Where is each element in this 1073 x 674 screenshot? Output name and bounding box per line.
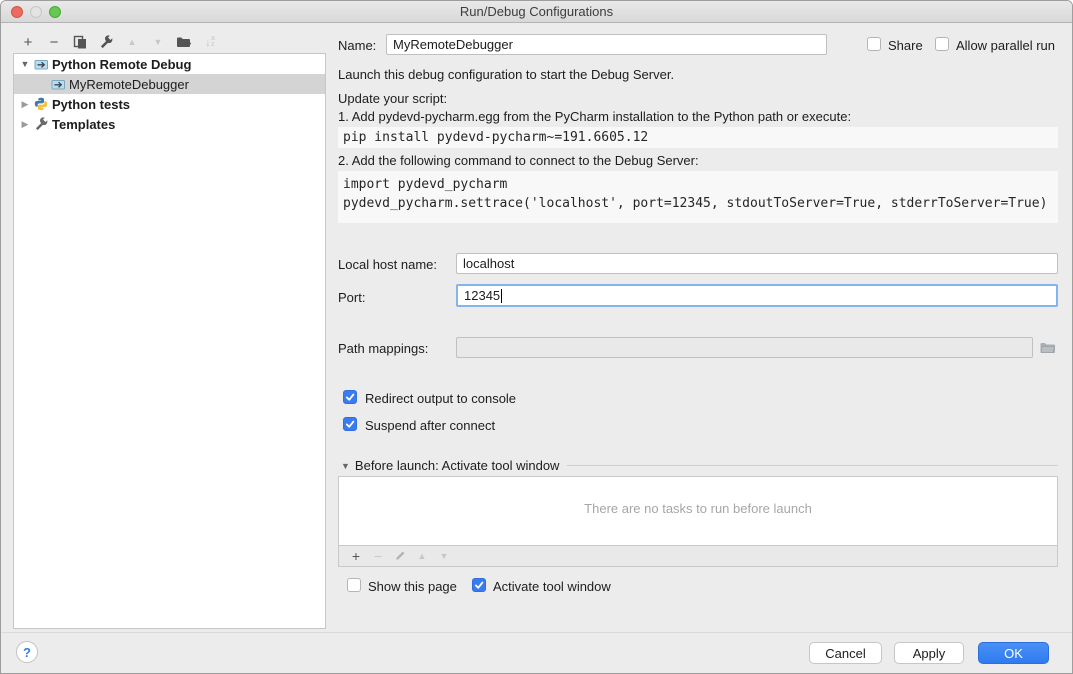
move-up-button[interactable]: ▲ [119, 31, 145, 53]
tree-item-templates[interactable]: ▶ Templates [14, 114, 325, 134]
update-script-text: Update your script: [338, 91, 447, 106]
remote-debug-config-icon [50, 76, 66, 92]
minus-icon: − [50, 35, 59, 50]
activate-tool-window-label: Activate tool window [493, 579, 611, 594]
tree-item-label: MyRemoteDebugger [69, 77, 189, 92]
remove-task-button[interactable]: − [367, 545, 389, 567]
before-launch-task-list[interactable]: There are no tasks to run before launch [338, 476, 1058, 546]
code-line-2: pydevd_pycharm.settrace('localhost', por… [343, 194, 1053, 213]
port-input[interactable]: 12345 [456, 284, 1058, 307]
move-task-up-button[interactable]: ▲ [411, 545, 433, 567]
python-logo-icon [33, 96, 49, 112]
apply-button[interactable]: Apply [894, 642, 964, 664]
browse-path-mappings-button[interactable] [1039, 340, 1056, 355]
name-input[interactable] [386, 34, 827, 55]
configurations-toolbar: + − ▲ ▼ ↓ az [15, 31, 223, 53]
wrench-icon [33, 116, 49, 132]
minimize-window-button[interactable] [30, 6, 42, 18]
window-controls [11, 6, 61, 18]
redirect-output-label: Redirect output to console [365, 391, 516, 406]
task-list-toolbar: + − ▲ ▼ [338, 546, 1058, 567]
move-task-down-button[interactable]: ▼ [433, 545, 455, 567]
title-bar: Run/Debug Configurations [1, 1, 1072, 23]
copy-icon [73, 35, 87, 49]
help-button[interactable]: ? [16, 641, 38, 663]
section-rule [567, 465, 1058, 466]
pip-install-code: pip install pydevd-pycharm~=191.6605.12 [338, 127, 1058, 148]
sort-az-icon: ↓ az [205, 35, 215, 49]
minus-icon: − [374, 549, 382, 563]
arrow-down-icon: ▼ [440, 552, 449, 561]
sort-alphabetically-button[interactable]: ↓ az [197, 31, 223, 53]
step2-text: 2. Add the following command to connect … [338, 153, 699, 168]
wrench-icon [99, 35, 113, 49]
arrow-up-icon: ▲ [128, 38, 137, 47]
tree-item-label: Templates [52, 117, 115, 132]
code-line-1: import pydevd_pycharm [343, 175, 1053, 194]
chevron-expanded-icon: ▼ [341, 461, 350, 471]
add-configuration-button[interactable]: + [15, 31, 41, 53]
ok-button[interactable]: OK [978, 642, 1049, 664]
no-tasks-message: There are no tasks to run before launch [339, 501, 1057, 516]
remove-configuration-button[interactable]: − [41, 31, 67, 53]
arrow-up-icon: ▲ [418, 552, 427, 561]
check-icon [345, 419, 355, 429]
share-checkbox[interactable] [867, 37, 881, 51]
close-window-button[interactable] [11, 6, 23, 18]
local-host-name-label: Local host name: [338, 257, 437, 272]
new-folder-icon [176, 35, 192, 49]
edit-templates-button[interactable] [93, 31, 119, 53]
zoom-window-button[interactable] [49, 6, 61, 18]
local-host-name-input[interactable] [456, 253, 1058, 274]
check-icon [345, 392, 355, 402]
intro-text: Launch this debug configuration to start… [338, 67, 674, 82]
port-label: Port: [338, 290, 365, 305]
chevron-collapsed-icon[interactable]: ▶ [19, 119, 31, 130]
share-label: Share [888, 38, 923, 53]
allow-parallel-run-checkbox[interactable] [935, 37, 949, 51]
cancel-button[interactable]: Cancel [809, 642, 882, 664]
redirect-output-checkbox[interactable] [343, 390, 357, 404]
path-mappings-label: Path mappings: [338, 341, 428, 356]
move-down-button[interactable]: ▼ [145, 31, 171, 53]
settrace-code-block: import pydevd_pycharm pydevd_pycharm.set… [338, 171, 1058, 223]
tree-item-label: Python tests [52, 97, 130, 112]
pencil-icon [394, 550, 406, 562]
create-folder-button[interactable] [171, 31, 197, 53]
remote-debug-config-icon [33, 56, 49, 72]
question-mark-icon: ? [23, 645, 31, 660]
arrow-down-icon: ▼ [154, 38, 163, 47]
footer-separator [1, 632, 1072, 633]
tree-item-label: Python Remote Debug [52, 57, 191, 72]
check-icon [474, 580, 484, 590]
text-caret [501, 289, 502, 303]
plus-icon: + [24, 35, 33, 50]
before-launch-title: Before launch: Activate tool window [355, 458, 560, 473]
tree-item-myremotedebugger[interactable]: MyRemoteDebugger [14, 74, 325, 94]
add-task-button[interactable]: + [345, 545, 367, 567]
before-launch-header[interactable]: ▼ Before launch: Activate tool window [341, 458, 1058, 473]
suspend-after-connect-checkbox[interactable] [343, 417, 357, 431]
tree-item-python-tests[interactable]: ▶ Python tests [14, 94, 325, 114]
window-title: Run/Debug Configurations [460, 4, 613, 19]
activate-tool-window-checkbox[interactable] [472, 578, 486, 592]
folder-icon [1039, 340, 1056, 355]
name-label: Name: [338, 38, 376, 53]
show-this-page-checkbox[interactable] [347, 578, 361, 592]
chevron-collapsed-icon[interactable]: ▶ [19, 99, 31, 110]
plus-icon: + [352, 549, 360, 563]
edit-task-button[interactable] [389, 545, 411, 567]
path-mappings-input[interactable] [456, 337, 1033, 358]
show-this-page-label: Show this page [368, 579, 457, 594]
suspend-after-connect-label: Suspend after connect [365, 418, 495, 433]
tree-item-python-remote-debug[interactable]: ▼ Python Remote Debug [14, 54, 325, 74]
configurations-tree: ▼ Python Remote Debug MyRemoteDebugger ▶… [13, 53, 326, 629]
run-debug-configurations-dialog: Run/Debug Configurations + − ▲ ▼ ↓ az [0, 0, 1073, 674]
port-value: 12345 [464, 288, 500, 303]
allow-parallel-run-label: Allow parallel run [956, 38, 1055, 53]
copy-configuration-button[interactable] [67, 31, 93, 53]
step1-text: 1. Add pydevd-pycharm.egg from the PyCha… [338, 109, 851, 124]
chevron-expanded-icon[interactable]: ▼ [19, 59, 31, 69]
